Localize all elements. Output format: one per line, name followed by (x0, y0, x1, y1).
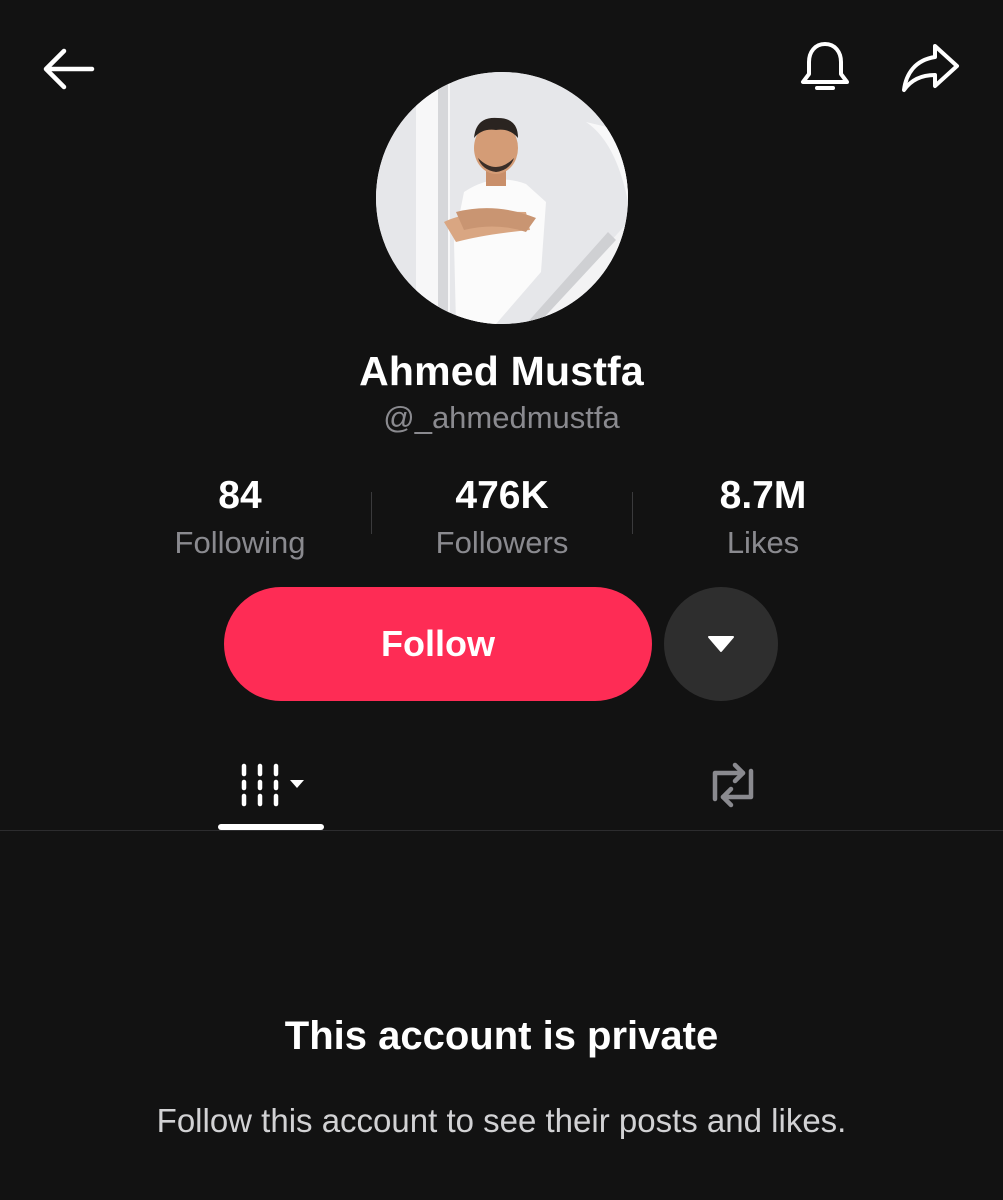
followers-count: 476K (455, 474, 549, 517)
videos-grid-icon (241, 763, 304, 807)
likes-count: 8.7M (719, 474, 807, 517)
arrow-left-icon (43, 48, 95, 90)
follow-button[interactable]: Follow (224, 587, 652, 701)
likes-stat[interactable]: 8.7M Likes (643, 472, 883, 566)
tabs-divider (0, 830, 1003, 831)
following-stat[interactable]: 84 Following (120, 472, 360, 566)
following-label: Following (174, 525, 306, 560)
share-button[interactable] (890, 30, 970, 106)
avatar[interactable] (376, 72, 628, 324)
followers-stat[interactable]: 476K Followers (382, 472, 622, 566)
likes-label: Likes (726, 525, 800, 560)
tab-videos[interactable] (218, 740, 324, 830)
more-options-button[interactable] (664, 587, 778, 701)
tab-reposts[interactable] (680, 740, 786, 830)
followers-label: Followers (435, 525, 569, 560)
notification-button[interactable] (785, 30, 865, 106)
private-title: This account is private (284, 1014, 719, 1058)
bell-icon (801, 42, 849, 90)
share-arrow-icon (902, 44, 959, 92)
back-button[interactable] (28, 34, 108, 104)
display-name: Ahmed Mustfa (359, 348, 644, 394)
caret-down-icon (708, 636, 734, 652)
private-description: Follow this account to see their posts a… (156, 1102, 847, 1139)
username: @_ahmedmustfa (383, 400, 620, 435)
following-count: 84 (218, 474, 262, 517)
stat-divider (632, 492, 633, 534)
stat-divider (371, 492, 372, 534)
profile-photo (376, 72, 628, 324)
repost-icon (712, 762, 754, 808)
